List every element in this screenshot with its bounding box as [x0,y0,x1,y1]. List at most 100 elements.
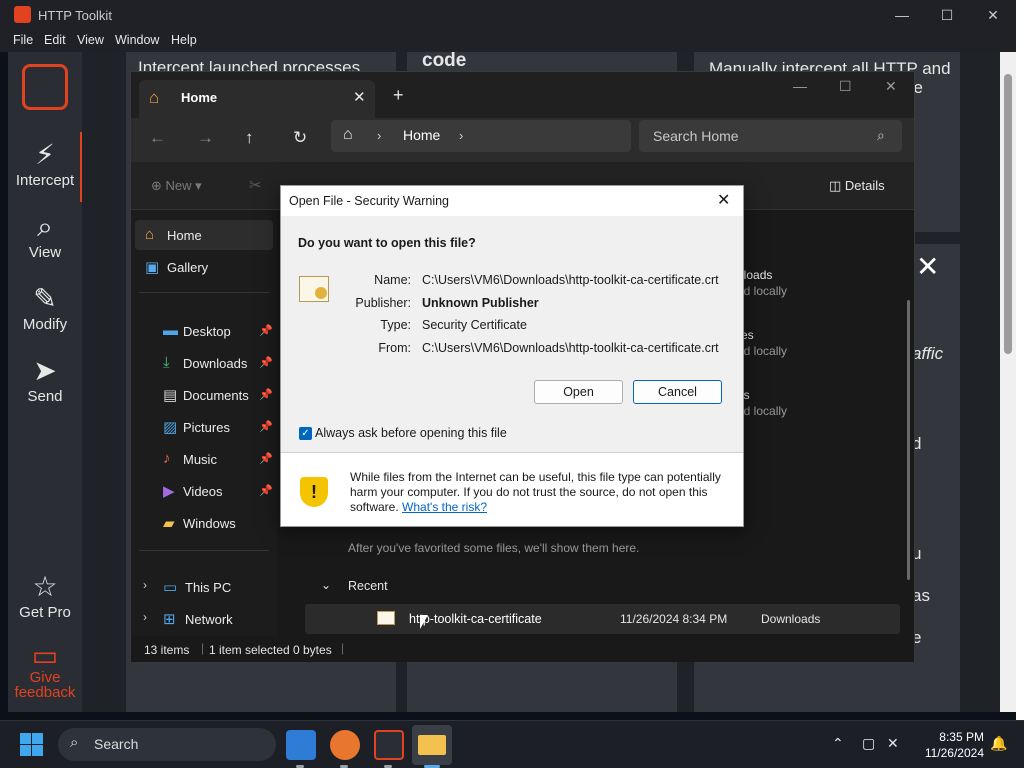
chevron-right-icon[interactable]: › [143,578,147,592]
clock-time[interactable]: 8:35 PM [928,730,984,744]
nav-get-pro[interactable]: ☆ Get Pro [8,570,82,621]
from-label: From: [378,341,411,355]
dialog-question: Do you want to open this file? [298,236,476,250]
nav-pane-music[interactable]: ♪ Music 📌 [135,444,273,474]
firefox-app-icon[interactable] [330,730,360,760]
nav-view[interactable]: ⌕ View [8,210,82,261]
music-icon: ♪ [163,450,171,467]
new-tab-button[interactable]: + [393,85,404,106]
forward-button[interactable]: → [197,128,214,148]
volume-muted-icon[interactable]: ✕ [887,735,899,752]
htk-scrollbar[interactable] [1000,52,1016,712]
home-icon: ⌂ [149,88,160,107]
maximize-button[interactable]: ☐ [935,4,959,26]
minimize-button[interactable]: — [890,4,914,26]
nav-intercept[interactable]: ⚡ Intercept [8,138,82,189]
tab-home[interactable]: ⌂ Home ✕ [139,80,375,118]
nav-pane-this-pc[interactable]: › ▭ This PC [135,572,273,602]
menu-view[interactable]: View [77,33,104,47]
chevron-up-icon[interactable]: ⌃ [832,735,844,752]
send-icon: ➤ [33,355,57,386]
dialog-close-button[interactable]: ✕ [717,190,730,210]
network-status-icon[interactable]: ▢ [862,735,875,752]
explorer-maximize-button[interactable]: ☐ [839,78,852,95]
star-icon: ☆ [32,571,58,602]
recent-section-header[interactable]: Recent [348,579,388,593]
tab-close-icon[interactable]: ✕ [353,88,366,106]
nav-pane-videos[interactable]: ▶ Videos 📌 [135,476,273,506]
search-icon: ⌕ [877,127,885,143]
nav-pane-pictures[interactable]: ▨ Pictures 📌 [135,412,273,442]
nav-send[interactable]: ➤ Send [8,354,82,405]
nav-pane-windows[interactable]: ▰ Windows [135,508,273,538]
menu-help[interactable]: Help [171,33,197,47]
search-icon: ⌕ [37,211,53,242]
certificate-icon [377,611,395,625]
from-value: C:\Users\VM6\Downloads\http-toolkit-ca-c… [422,341,719,355]
chevron-down-icon[interactable]: ⌄ [321,578,331,592]
type-value: Security Certificate [422,318,527,332]
menu-file[interactable]: File [13,33,33,47]
up-button[interactable]: ↑ [245,128,254,148]
store-app-icon[interactable] [286,730,316,760]
nav-pane-desktop[interactable]: ▬ Desktop 📌 [135,316,273,346]
nav-pane-network[interactable]: › ⊞ Network [135,604,273,634]
menubar: File Edit View Window Help [0,30,1016,52]
dialog-titlebar: Open File - Security Warning ✕ [281,186,743,216]
file-explorer-app-icon[interactable] [412,725,452,765]
always-ask-checkbox[interactable]: ✓ [299,427,312,440]
nav-pane-downloads[interactable]: ⤓ Downloads 📌 [135,348,273,378]
clock-date[interactable]: 11/26/2024 [914,746,984,760]
window-title: HTTP Toolkit [38,8,112,23]
nav-give-feedback[interactable]: ▭ Give feedback [8,642,82,701]
recent-file-row[interactable]: http-toolkit-ca-certificate 11/26/2024 8… [305,604,900,634]
http-toolkit-app-icon[interactable] [374,730,404,760]
plug-icon: ⚡ [35,139,55,170]
notification-bell-icon[interactable]: 🔔 [990,735,1007,752]
chevron-right-icon[interactable]: › [143,610,147,624]
always-ask-label[interactable]: Always ask before opening this file [315,426,507,440]
explorer-minimize-button[interactable]: — [793,78,807,94]
open-button[interactable]: Open [534,380,623,404]
mouse-cursor [420,615,428,629]
desktop-icon: ▬ [163,322,178,339]
name-value: C:\Users\VM6\Downloads\http-toolkit-ca-c… [422,273,719,287]
explorer-close-button[interactable]: ✕ [885,78,897,95]
details-button[interactable]: ◫ Details [829,178,885,194]
breadcrumb-home[interactable]: Home [403,127,440,143]
content-scrollbar[interactable] [907,300,910,580]
cut-icon[interactable]: ✂ [249,176,262,194]
menu-window[interactable]: Window [115,33,159,47]
htk-logo-icon[interactable] [22,64,68,110]
start-button[interactable] [20,733,44,757]
pin-icon: 📌 [259,389,273,401]
home-icon: ⌂ [145,226,155,243]
menu-edit[interactable]: Edit [44,33,66,47]
new-button[interactable]: ⊕ New ▾ [151,178,202,194]
refresh-button[interactable]: ↻ [293,128,307,148]
close-icon[interactable]: ✕ [916,250,939,283]
address-bar[interactable]: ⌂ › Home › [331,120,631,152]
nav-pane-home[interactable]: ⌂ Home [135,220,273,250]
pin-icon: 📌 [259,357,273,369]
download-icon: ⤓ [163,354,170,371]
nav-pane-gallery[interactable]: ▣ Gallery [135,252,273,282]
network-icon: ⊞ [163,611,176,628]
taskbar: ⌕ Search ⌃ ▢ ✕ 8:35 PM 11/26/2024 🔔 [0,720,1024,768]
taskbar-search[interactable]: ⌕ Search [58,728,276,761]
nav-pane-documents[interactable]: ▤ Documents 📌 [135,380,273,410]
scroll-thumb[interactable] [1004,74,1012,354]
whats-the-risk-link[interactable]: What's the risk? [402,500,487,514]
pin-icon: 📌 [259,453,273,465]
computer-icon: ▭ [163,579,178,596]
pin-icon: 📌 [259,485,273,497]
back-button[interactable]: ← [149,128,166,148]
close-button[interactable]: ✕ [981,4,1005,26]
nav-modify[interactable]: ✎ Modify [8,282,82,333]
warning-shield-icon: ! [300,477,328,507]
search-input[interactable]: Search Home ⌕ [639,120,902,152]
pin-icon: 📌 [259,421,273,433]
windows-logo-icon [20,733,31,744]
cancel-button[interactable]: Cancel [633,380,722,404]
breadcrumb-chevron-icon: › [377,128,382,143]
